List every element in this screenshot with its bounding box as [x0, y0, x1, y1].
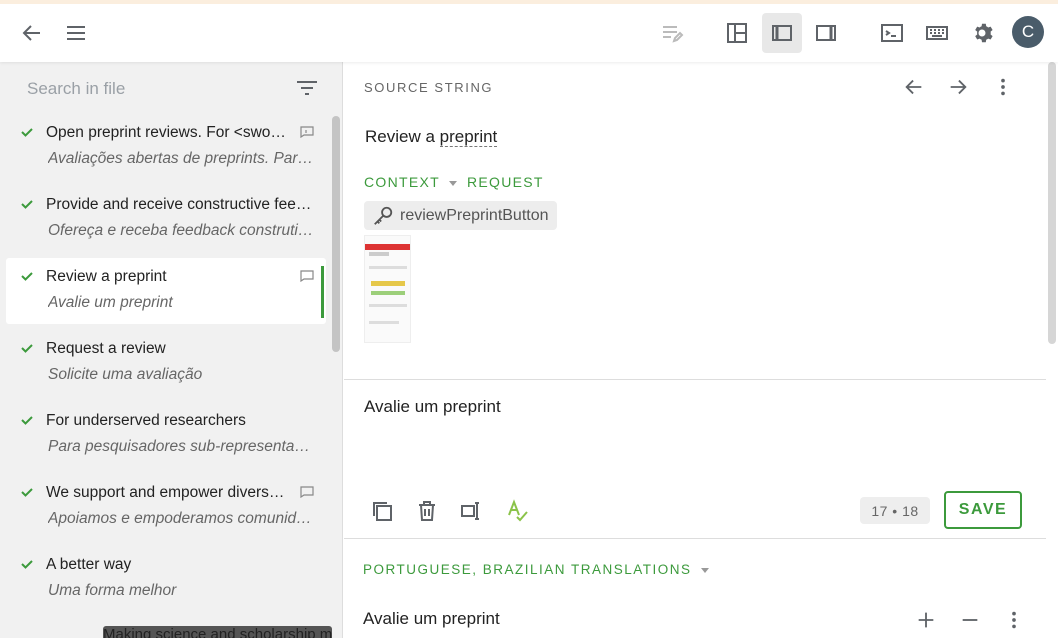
- source-text: Review a preprint: [46, 268, 167, 285]
- character-counter: 17 • 18: [860, 497, 930, 524]
- list-item[interactable]: A better way Uma forma melhor: [6, 546, 326, 612]
- source-string-label: SOURCE STRING: [364, 80, 494, 95]
- translation-editor[interactable]: Avalie um preprint: [364, 397, 501, 417]
- translation-item: Avalie um preprint: [363, 609, 500, 628]
- spellcheck-icon[interactable]: [503, 497, 531, 525]
- arrow-left-icon[interactable]: [901, 74, 927, 100]
- source-text: We support and empower divers…: [46, 484, 285, 501]
- layout-left-icon[interactable]: [762, 13, 802, 53]
- screenshot-thumbnail[interactable]: [364, 235, 411, 343]
- check-icon: [21, 488, 33, 497]
- source-text: Provide and receive constructive fee…: [46, 196, 312, 213]
- arrow-right-icon[interactable]: [945, 74, 971, 100]
- text-cursor-icon[interactable]: [458, 497, 486, 525]
- key-icon: [374, 206, 393, 225]
- translation-text: Uma forma melhor: [48, 582, 177, 599]
- comment-icon: [300, 486, 314, 498]
- context-tab[interactable]: CONTEXT: [364, 174, 457, 190]
- string-list-panel: Open preprint reviews. For <swo… Avaliaç…: [0, 62, 343, 638]
- source-text: A better way: [46, 556, 132, 573]
- search-input[interactable]: [27, 78, 287, 100]
- save-button[interactable]: SAVE: [944, 491, 1022, 529]
- translation-text: Avaliações abertas de preprints. Par…: [48, 150, 314, 167]
- more-vert-icon[interactable]: [1001, 607, 1027, 633]
- check-icon: [21, 272, 33, 281]
- list-item[interactable]: For underserved researchers Para pesquis…: [6, 402, 326, 468]
- request-tab[interactable]: REQUEST: [467, 174, 544, 190]
- filter-icon[interactable]: [294, 76, 320, 100]
- back-arrow-icon[interactable]: [16, 17, 48, 49]
- gear-icon[interactable]: [966, 17, 998, 49]
- list-item-selected[interactable]: Review a preprint Avalie um preprint: [6, 258, 326, 324]
- copy-source-icon[interactable]: [368, 497, 396, 525]
- editor-panel: SOURCE STRING Review a preprint CONTEXT …: [344, 62, 1058, 638]
- key-name: reviewPreprintButton: [400, 207, 549, 224]
- check-icon: [21, 200, 33, 209]
- translation-text: Solicite uma avaliação: [48, 366, 203, 383]
- trash-icon[interactable]: [413, 497, 441, 525]
- comment-icon: [300, 270, 314, 282]
- translation-text: Apoiamos e empoderamos comunid…: [48, 510, 312, 527]
- avatar[interactable]: C: [1012, 16, 1044, 48]
- glossary-term[interactable]: preprint: [439, 127, 498, 147]
- translation-text: Para pesquisadores sub-representad…: [48, 438, 314, 455]
- caret-down-icon: [448, 180, 457, 186]
- plus-icon[interactable]: [913, 607, 939, 633]
- source-text: Open preprint reviews. For <swo…: [46, 124, 286, 141]
- check-icon: [21, 344, 33, 353]
- source-text: Request a review: [46, 340, 166, 357]
- key-chip[interactable]: reviewPreprintButton: [364, 201, 557, 230]
- source-text: For underserved researchers: [46, 412, 246, 429]
- scrollbar[interactable]: [332, 116, 340, 352]
- tooltip: Making science and scholarship mo: [103, 626, 332, 638]
- more-vert-icon[interactable]: [990, 74, 1016, 100]
- edit-list-icon[interactable]: [656, 17, 688, 49]
- keyboard-icon[interactable]: [921, 17, 953, 49]
- menu-icon[interactable]: [60, 17, 92, 49]
- top-bar: C: [0, 0, 1058, 62]
- check-icon: [21, 128, 33, 137]
- translation-text: Ofereça e receba feedback construti…: [48, 222, 314, 239]
- terminal-icon[interactable]: [876, 17, 908, 49]
- scrollbar[interactable]: [1048, 62, 1056, 344]
- list-item[interactable]: We support and empower divers… Apoiamos …: [6, 474, 326, 540]
- list-item[interactable]: Open preprint reviews. For <swo… Avaliaç…: [6, 114, 326, 180]
- comment-icon: [300, 126, 314, 138]
- divider: [344, 538, 1046, 539]
- layout-quad-icon[interactable]: [721, 17, 753, 49]
- translations-dropdown[interactable]: PORTUGUESE, BRAZILIAN TRANSLATIONS: [363, 562, 709, 577]
- minus-icon[interactable]: [957, 607, 983, 633]
- source-string-text: Review a preprint: [365, 127, 498, 147]
- translation-text: Avalie um preprint: [48, 294, 173, 311]
- caret-down-icon: [700, 567, 709, 573]
- layout-right-icon[interactable]: [810, 17, 842, 49]
- list-item[interactable]: Provide and receive constructive fee… Of…: [6, 186, 326, 252]
- divider: [344, 379, 1046, 380]
- check-icon: [21, 560, 33, 569]
- check-icon: [21, 416, 33, 425]
- list-item[interactable]: Request a review Solicite uma avaliação: [6, 330, 326, 396]
